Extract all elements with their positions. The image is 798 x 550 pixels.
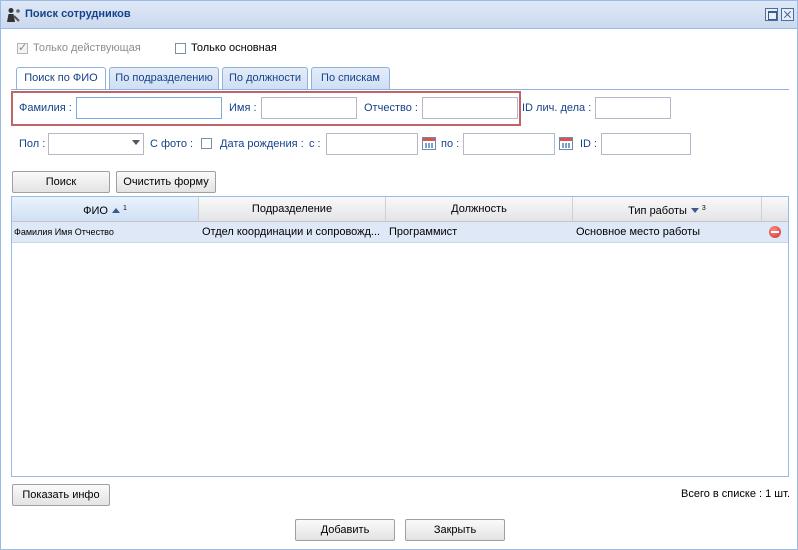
tab-by-position[interactable]: По должности [222, 67, 308, 89]
tab-by-lists[interactable]: По спискам [311, 67, 390, 89]
id-label: ID : [580, 138, 598, 150]
date-from-label: с : [309, 138, 321, 150]
close-icon[interactable] [781, 8, 794, 21]
cell-position: Программист [389, 226, 458, 238]
name-input[interactable] [261, 97, 357, 119]
employees-icon [7, 8, 20, 22]
sort-desc-icon [690, 208, 699, 213]
tab-by-department[interactable]: По подразделению [109, 67, 219, 89]
personal-file-input[interactable] [595, 97, 671, 119]
sort-order: 1 [122, 205, 127, 212]
column-header-label: ФИО [83, 205, 108, 217]
tab-search-by-name[interactable]: Поиск по ФИО [16, 67, 106, 90]
name-label: Имя : [229, 102, 257, 114]
surname-input[interactable] [76, 97, 222, 119]
gender-select[interactable] [48, 133, 144, 155]
gender-label: Пол : [19, 138, 46, 150]
date-from-input[interactable] [326, 133, 418, 155]
delete-icon[interactable] [769, 226, 781, 238]
column-header-department[interactable]: Подразделение [199, 197, 386, 221]
id-input[interactable] [601, 133, 691, 155]
only-main-checkbox[interactable] [175, 43, 186, 54]
sort-order: 3 [701, 205, 706, 212]
chevron-down-icon[interactable] [132, 140, 140, 145]
only-active-label: Только действующая [33, 42, 141, 54]
column-header-label: Тип работы [628, 205, 687, 217]
only-active-checkbox[interactable] [17, 41, 28, 54]
patronymic-input[interactable] [422, 97, 518, 119]
column-header-label: Подразделение [251, 203, 333, 215]
date-to-input[interactable] [463, 133, 555, 155]
column-header-position[interactable]: Должность [386, 197, 573, 221]
window-title: Поиск сотрудников [25, 8, 131, 20]
calendar-icon[interactable] [559, 137, 573, 150]
tab-divider [11, 89, 789, 90]
close-button[interactable]: Закрыть [405, 519, 505, 541]
personal-file-label: ID лич. дела : [522, 102, 592, 114]
cell-work-type: Основное место работы [576, 226, 701, 238]
calendar-icon[interactable] [422, 137, 436, 150]
table-row[interactable]: Фамилия Имя Отчество Отдел координации и… [12, 222, 788, 243]
show-info-button[interactable]: Показать инфо [12, 484, 110, 506]
column-header-work-type[interactable]: Тип работы 3 [573, 197, 762, 221]
cell-fio: Фамилия Имя Отчество [14, 227, 114, 237]
date-to-label: по : [441, 138, 460, 150]
total-count: Всего в списке : 1 шт. [681, 488, 790, 500]
maximize-icon[interactable] [765, 8, 778, 21]
only-main-label: Только основная [191, 42, 277, 54]
column-header-fio[interactable]: ФИО 1 [12, 197, 199, 221]
search-button[interactable]: Поиск [12, 171, 110, 193]
photo-checkbox[interactable] [201, 138, 212, 149]
patronymic-label: Отчество : [364, 102, 418, 114]
cell-department: Отдел координации и сопровожд... [202, 226, 381, 238]
column-header-label: Должность [451, 203, 507, 215]
photo-label: С фото : [150, 138, 194, 150]
grid-header: ФИО 1 Подразделение Должность Тип работы 3 [12, 197, 788, 222]
birth-date-label: Дата рождения : [220, 138, 304, 150]
clear-form-button[interactable]: Очистить форму [116, 171, 216, 193]
employees-grid: ФИО 1 Подразделение Должность Тип работы 3… [11, 196, 789, 477]
column-header-actions [762, 197, 788, 221]
employee-search-window: Поиск сотрудников Только действующая Тол… [0, 0, 798, 550]
surname-label: Фамилия : [19, 102, 72, 114]
sort-asc-icon [111, 208, 120, 213]
window-titlebar[interactable]: Поиск сотрудников [1, 1, 797, 29]
add-button[interactable]: Добавить [295, 519, 395, 541]
